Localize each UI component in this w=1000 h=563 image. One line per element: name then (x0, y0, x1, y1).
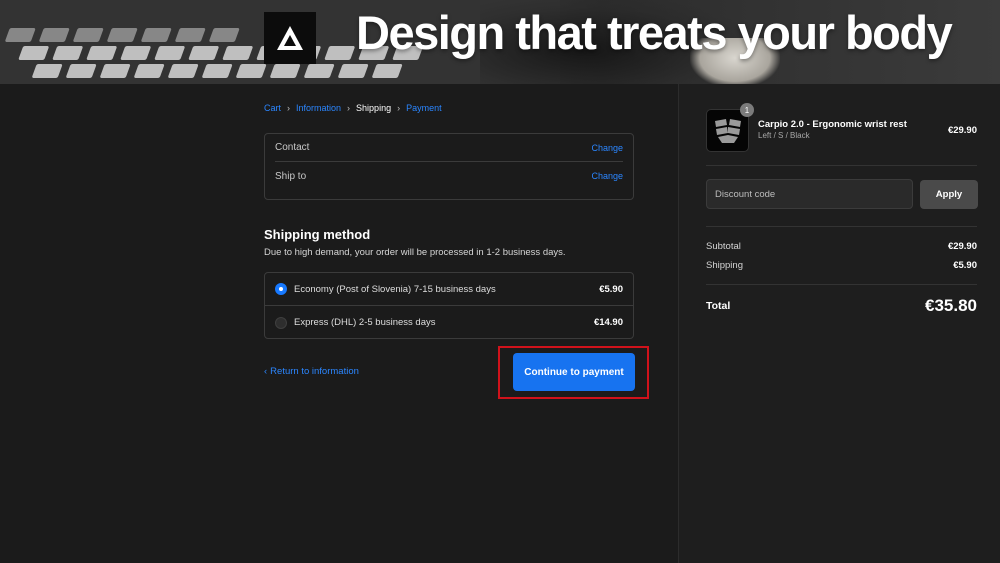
banner-headline: Design that treats your body (356, 6, 953, 59)
ship-to-row: Ship to Change (275, 162, 623, 190)
shipping-options: Economy (Post of Slovenia) 7-15 business… (264, 272, 634, 339)
breadcrumb-shipping: Shipping (356, 103, 392, 113)
product-name: Carpio 2.0 - Ergonomic wrist rest (758, 119, 907, 130)
apply-discount-button[interactable]: Apply (920, 180, 978, 209)
shipping-option-label: Express (DHL) 2-5 business days (294, 317, 436, 328)
product-variant: Left / S / Black (758, 131, 810, 140)
checkout-main: Cart › Information › Shipping › Payment … (0, 84, 678, 563)
breadcrumb: Cart › Information › Shipping › Payment (264, 103, 442, 113)
radio-selected-icon[interactable] (275, 283, 287, 295)
return-label: Return to information (270, 366, 359, 377)
contact-row: Contact Change (275, 134, 623, 162)
shipping-method-title: Shipping method (264, 227, 371, 242)
divider (706, 165, 977, 166)
shipping-option-label: Economy (Post of Slovenia) 7-15 business… (294, 283, 496, 295)
total-value: €35.80 (925, 296, 977, 315)
quantity-badge: 1 (740, 103, 754, 117)
divider (706, 226, 977, 227)
hero-banner: Design that treats your body (0, 0, 1000, 84)
shipping-row: Shipping €5.90 (706, 260, 977, 271)
breadcrumb-information[interactable]: Information (296, 103, 341, 113)
change-contact-link[interactable]: Change (591, 143, 623, 153)
product-price: €29.90 (947, 125, 977, 136)
shipping-option-express[interactable]: Express (DHL) 2-5 business days €14.90 (265, 306, 633, 339)
shipping-option-price: €14.90 (593, 317, 623, 328)
change-ship-to-link[interactable]: Change (591, 171, 623, 181)
subtotal-label: Subtotal (706, 241, 741, 252)
chevron-left-icon: ‹ (264, 366, 268, 377)
divider (706, 284, 977, 285)
shipping-note: Due to high demand, your order will be p… (264, 247, 566, 258)
wrist-rest-icon (714, 118, 741, 143)
chevron-right-icon: › (397, 103, 401, 113)
breadcrumb-cart[interactable]: Cart (264, 103, 281, 113)
ship-to-label: Ship to (275, 170, 307, 182)
discount-code-input[interactable] (706, 179, 913, 209)
subtotal-value: €29.90 (947, 241, 977, 252)
radio-unselected-icon[interactable] (275, 316, 287, 329)
return-to-information-link[interactable]: ‹ Return to information (264, 366, 359, 377)
subtotal-row: Subtotal €29.90 (706, 241, 977, 252)
chevron-right-icon: › (347, 103, 351, 113)
review-box: Contact Change Ship to Change (264, 133, 634, 200)
contact-label: Contact (275, 142, 310, 153)
shipping-option-economy[interactable]: Economy (Post of Slovenia) 7-15 business… (265, 273, 633, 306)
order-summary: 1 Carpio 2.0 - Ergonomic wrist rest Left… (678, 84, 1000, 563)
continue-to-payment-button[interactable]: Continue to payment (513, 353, 635, 391)
brand-logo-icon (277, 26, 303, 50)
breadcrumb-payment[interactable]: Payment (406, 103, 442, 113)
shipping-value: €5.90 (953, 260, 977, 271)
shipping-label: Shipping (706, 260, 743, 271)
chevron-right-icon: › (287, 103, 291, 113)
total-row: Total €35.80 (706, 296, 977, 316)
shipping-option-price: €5.90 (599, 283, 623, 295)
total-label: Total (706, 300, 731, 312)
brand-logo[interactable] (264, 12, 316, 64)
